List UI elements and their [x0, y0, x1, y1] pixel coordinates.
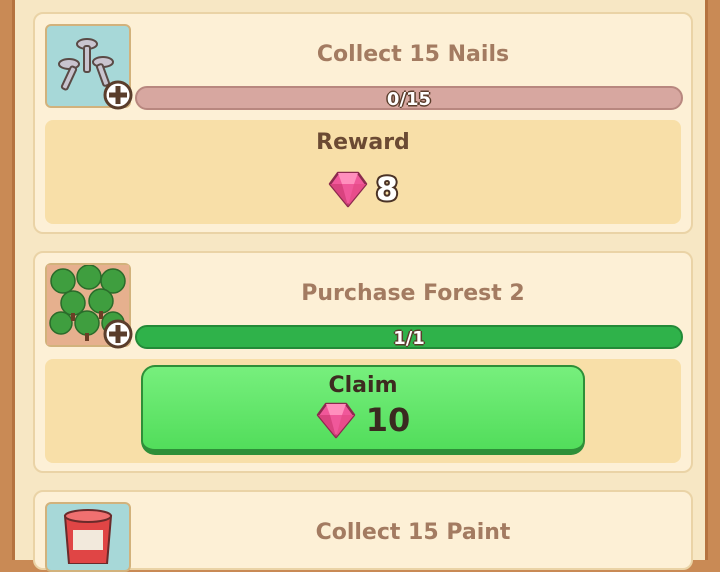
quest-panel: Collect 15 Nails 0/15 Reward 8 Purchase … — [12, 0, 708, 572]
task-card-paint: Collect 15 Paint — [33, 490, 693, 572]
task-icon-box — [45, 502, 131, 572]
task-icon-box — [45, 24, 133, 110]
gem-icon — [328, 171, 368, 208]
reward-value: 8 — [375, 170, 399, 208]
claim-value: 10 — [365, 401, 411, 439]
task-icon-box — [45, 263, 133, 349]
task-card-forest: Purchase Forest 2 1/1 Claim 10 — [33, 251, 693, 473]
task-title: Collect 15 Nails — [316, 42, 510, 67]
progress-text: 1/1 — [393, 328, 425, 349]
claim-button[interactable]: Claim 10 — [141, 365, 585, 455]
plus-icon — [103, 80, 133, 110]
reward-area: Claim 10 — [45, 359, 681, 463]
progress-bar: 0/15 — [135, 86, 683, 110]
task-title: Purchase Forest 2 — [301, 281, 525, 306]
plus-icon — [103, 319, 133, 349]
reward-area: Reward 8 — [45, 120, 681, 224]
gem-icon — [316, 402, 355, 439]
paint-bucket-icon — [63, 509, 113, 564]
task-title: Collect 15 Paint — [315, 520, 511, 545]
claim-label: Claim — [328, 373, 398, 398]
progress-text: 0/15 — [386, 89, 432, 110]
task-card-nails: Collect 15 Nails 0/15 Reward 8 — [33, 12, 693, 234]
claim-reward-row: 10 — [143, 401, 583, 439]
reward-label: Reward — [316, 130, 410, 155]
reward-row: 8 — [45, 170, 681, 208]
progress-bar: 1/1 — [135, 325, 683, 349]
